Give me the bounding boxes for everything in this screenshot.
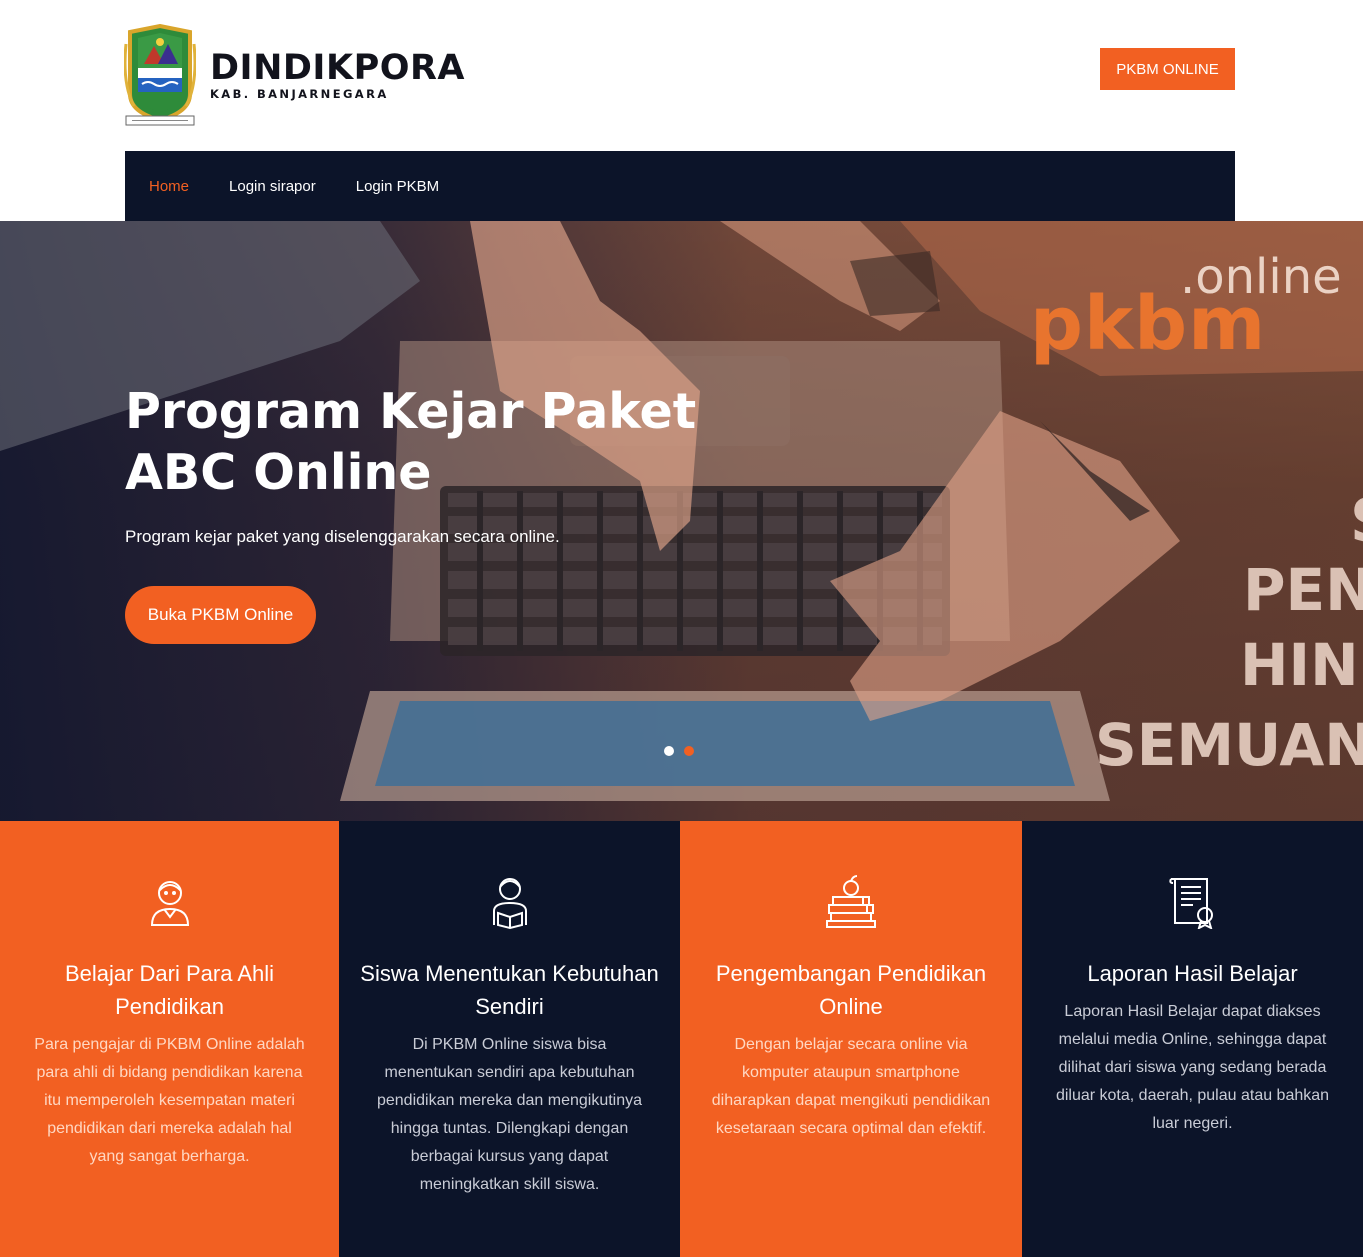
promo-text-line3: SEMUAN — [1095, 711, 1363, 779]
feature-card: Belajar Dari Para Ahli Pendidikan Para p… — [0, 821, 339, 1257]
feature-card: Pengembangan Pendidikan Online Dengan be… — [680, 821, 1022, 1257]
feature-text: Di PKBM Online siswa bisa menentukan sen… — [376, 1036, 643, 1193]
pkbm-online-button[interactable]: PKBM ONLINE — [1100, 48, 1235, 90]
hero-title: Program Kejar Paket ABC Online — [125, 383, 697, 501]
feature-title: Laporan Hasil Belajar — [1087, 961, 1298, 986]
slider-dot-1[interactable] — [664, 746, 674, 756]
feature-text: Para pengajar di PKBM Online adalah para… — [34, 1036, 305, 1165]
brand-subtitle: KAB. BANJARNEGARA — [210, 87, 389, 101]
promo-text-s: S — [1350, 486, 1363, 556]
nav-item-home[interactable]: Home — [149, 178, 189, 195]
feature-card: Siswa Menentukan Kebutuhan Sendiri Di PK… — [339, 821, 680, 1257]
feature-text: Laporan Hasil Belajar dapat diakses mela… — [1055, 1003, 1330, 1132]
certificate-icon — [1168, 878, 1213, 929]
hero-slider: .online pkbm S PEN HIN SEMUAN Program Ke… — [0, 221, 1363, 821]
promo-pkbm-text: pkbm — [1030, 281, 1267, 367]
promo-text-line1: PEN — [1243, 556, 1363, 624]
slider-dots — [664, 746, 694, 756]
feature-text: Dengan belajar secara online via kompute… — [711, 1036, 991, 1137]
feature-title: Pengembangan Pendidikan Online — [715, 961, 987, 1019]
features: Belajar Dari Para Ahli Pendidikan Para p… — [0, 821, 1363, 1257]
site-header: DINDIKPORA KAB. BANJARNEGARA PKBM ONLINE — [0, 0, 1363, 151]
books-apple-icon — [826, 875, 876, 928]
hero-subtitle: Program kejar paket yang diselenggarakan… — [125, 527, 560, 546]
main-nav: Home Login sirapor Login PKBM — [125, 151, 1235, 221]
brand-title: DINDIKPORA — [210, 48, 466, 88]
feature-card: Laporan Hasil Belajar Laporan Hasil Bela… — [1022, 821, 1363, 1257]
nav-item-login-pkbm[interactable]: Login PKBM — [356, 178, 439, 195]
student-reading-icon — [492, 878, 527, 929]
logo[interactable]: DINDIKPORA KAB. BANJARNEGARA — [124, 24, 465, 128]
slider-dot-2[interactable] — [684, 746, 694, 756]
buka-pkbm-online-button[interactable]: Buka PKBM Online — [125, 586, 316, 644]
feature-title: Belajar Dari Para Ahli Pendidikan — [64, 961, 275, 1019]
teacher-icon — [150, 881, 189, 926]
promo-text-line2: HIN — [1240, 631, 1359, 699]
nav-item-login-sirapor[interactable]: Login sirapor — [229, 178, 316, 195]
brand: DINDIKPORA KAB. BANJARNEGARA — [210, 50, 465, 101]
crest-icon — [124, 24, 196, 126]
feature-title: Siswa Menentukan Kebutuhan Sendiri — [360, 961, 659, 1019]
